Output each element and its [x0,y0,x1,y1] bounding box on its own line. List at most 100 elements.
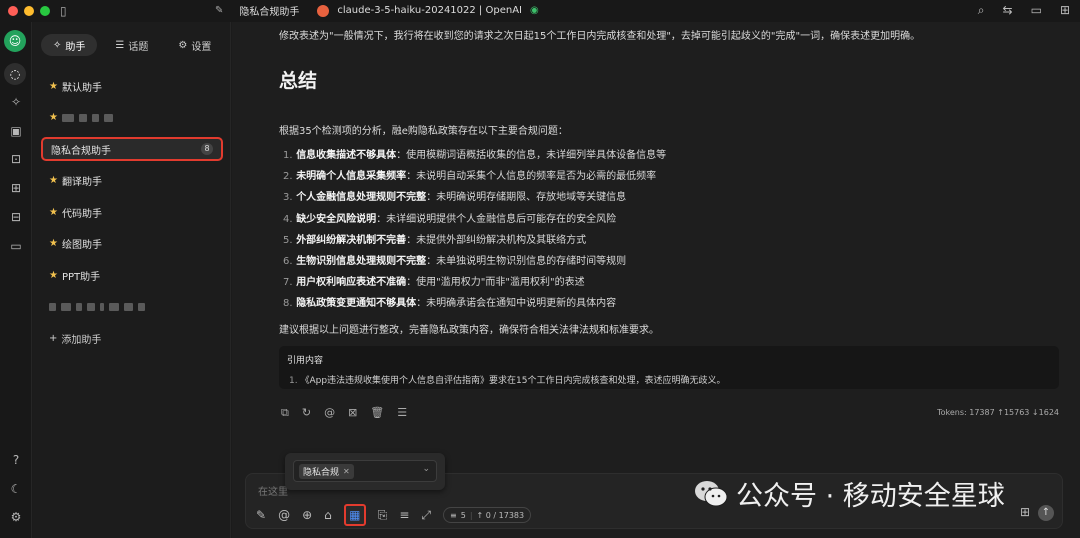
plus-icon: + [49,332,58,344]
layout-icon[interactable]: ⇆ [1003,3,1013,18]
apps-grid-icon[interactable]: ⊞ [7,179,25,197]
sidebar-item-default[interactable]: ★ 默认助手 [41,74,223,98]
star-icon: ★ [49,175,58,186]
tab-label: 话题 [128,41,149,53]
issue-title: 用户权利响应表述不准确 [296,277,407,289]
edit-icon[interactable]: ✎ [215,5,223,16]
sidebar-item-redacted[interactable] [41,295,223,319]
sidebar-item-redacted[interactable]: ★ [41,106,223,130]
input-toolbar: ✎ @ ⊕ ⌂ ▦ ⎘ ≡ ⤢ ≡ 5 | ↑ 0 / 17383 [256,504,532,526]
close-window-button[interactable] [8,6,18,16]
chat-input[interactable]: 在这里 [258,483,288,498]
maximize-window-button[interactable] [40,6,50,16]
add-assistant-label: 添加助手 [61,334,102,346]
star-icon: ★ [49,80,58,92]
list-item: 8. 隐私政策变更通知不够具体：未明确承诺会在通知中说明更新的具体内容 [283,294,666,315]
translate-icon[interactable]: ⊡ [7,150,25,168]
message-actions: ⧉ ↻ @ ⊠ 🗑 ☰ [281,406,407,420]
issue-list: 1. 信息收集描述不够具体：使用模糊词语概括收集的信息，未详细列举具体设备信息等… [283,146,666,316]
issue-text: ：未详细说明提供个人金融信息后可能存在的安全风险 [376,213,617,225]
list-item: 3. 个人金融信息处理规则不完整：未明确说明存储期限、存放地域等关键信息 [283,188,666,209]
context-counter[interactable]: ≡ 5 | ↑ 0 / 17383 [443,507,532,523]
issue-text: ：未明确承诺会在通知中说明更新的具体内容 [416,298,617,310]
model-selector[interactable]: claude-3-5-haiku-20241022 | OpenAI [337,5,522,16]
issue-text: ：未提供外部纠纷解决机构及其联络方式 [406,234,587,246]
tab-label: 助手 [65,41,86,53]
panel-icon[interactable]: ▭ [1031,3,1042,18]
image-icon[interactable]: ▣ [7,122,25,140]
add-assistant-button[interactable]: + 添加助手 [41,326,223,350]
export-image-icon[interactable]: ⊠ [348,406,357,420]
sparkle-icon[interactable]: ✧ [7,93,25,111]
expand-icon[interactable]: ⤢ [421,508,431,523]
clear-context-icon[interactable]: ≡ [399,508,409,522]
icon-rail: ☺ ◌ ✧ ▣ ⊡ ⊞ ⊟ ▭ ? ☾ ⚙ [0,22,32,538]
knowledge-base-icon[interactable]: ▦ [343,504,366,526]
token-usage: Tokens: 17387 ↑15763 ↓1624 [937,408,1059,417]
sidebar-item-label: 绘图助手 [61,240,102,251]
issue-text: ：未单独说明生物识别信息的存储时间等规则 [426,255,627,267]
issue-title: 隐私政策变更通知不够具体 [296,298,417,310]
issue-title: 生物识别信息处理规则不完整 [296,255,427,267]
knowledge-base-popup: 隐私合规 ✕ ⌄ [285,453,445,490]
sidebar-item-translate[interactable]: ★ 翻译助手 [41,169,223,193]
delete-icon[interactable]: 🗑 [370,406,384,420]
mention-icon[interactable]: @ [324,406,335,420]
title-bar: ▯ ✎ 隐私合规助手 claude-3-5-haiku-20241022 | O… [0,0,1080,22]
knowledge-icon[interactable]: ⊟ [7,208,25,226]
citation-number: 1. [289,376,298,386]
new-topic-icon[interactable]: ✎ [256,508,266,522]
settings-gear-icon[interactable]: ⚙ [7,508,25,526]
folder-icon[interactable]: ▭ [7,237,25,255]
send-button[interactable]: ↑ [1038,505,1054,521]
assistant-icon[interactable]: ⌂ [324,508,332,522]
tab-settings[interactable]: ⚙ 设置 [166,34,223,56]
list-number: 4. [283,213,293,225]
list-item: 2. 未明确个人信息采集频率：未说明自动采集个人信息的频率是否为必需的最低频率 [283,167,666,188]
moon-icon[interactable]: ☾ [7,480,25,498]
list-item: 5. 外部纠纷解决机制不完善：未提供外部纠纷解决机构及其联络方式 [283,231,666,252]
sidebar-item-privacy-compliance[interactable]: 隐私合规助手 8 [41,137,223,161]
apps-icon[interactable]: ⊞ [1060,3,1070,18]
more-menu-icon[interactable]: ☰ [397,406,407,420]
eye-icon[interactable]: ◉ [530,5,539,16]
citation-text: 《App违法违规收集使用个人信息自评估指南》要求在15个工作日内完成核查和处理，… [300,376,726,386]
list-number: 8. [283,298,293,310]
sidebar-item-drawing[interactable]: ★ 绘图助手 [41,232,223,256]
minimize-window-button[interactable] [24,6,34,16]
help-icon[interactable]: ? [7,451,25,469]
star-icon: ★ [49,269,58,281]
citation-title: 引用内容 [287,356,324,366]
summary-heading: 总结 [279,70,318,92]
list-item: 4. 缺少安全风险说明：未详细说明提供个人金融信息后可能存在的安全风险 [283,210,666,231]
assistant-list: ★ 默认助手 ★ 隐私合规助手 8 ★ 翻译助手 ★ 代码助手 ★ 绘图助手 ★… [41,74,223,358]
title-center: ✎ 隐私合规助手 claude-3-5-haiku-20241022 | Ope… [215,3,539,18]
attachment-icon[interactable]: ⎘ [378,508,388,523]
chat-icon[interactable]: ◌ [4,63,26,85]
tab-assistants[interactable]: ✧ 助手 [41,34,98,56]
tag-label: 隐私合规 [303,468,340,478]
copy-icon[interactable]: ⧉ [281,406,289,420]
search-icon[interactable]: ⌕ [978,3,985,18]
watermark-text: 公众号 · 移动安全星球 [736,481,1005,512]
sidebar-toggle-icon[interactable]: ▯ [60,4,67,18]
avatar[interactable]: ☺ [4,30,26,52]
chevron-down-icon[interactable]: ⌄ [422,464,430,474]
close-icon[interactable]: ✕ [343,467,350,476]
tab-topics[interactable]: ☰ 话题 [103,34,160,56]
watermark: 公众号 · 移动安全星球 [694,474,1005,513]
citation-item[interactable]: 1. 《App违法违规收集使用个人信息自评估指南》要求在15个工作日内完成核查和… [289,373,1051,386]
issue-text: ：使用模糊词语概括收集的信息，未详细列举具体设备信息等 [396,150,667,161]
list-number: 2. [283,171,293,183]
list-number: 3. [283,192,293,204]
issue-text: ：未说明自动采集个人信息的频率是否为必需的最低频率 [406,171,657,183]
regenerate-icon[interactable]: ↻ [302,406,311,420]
image-upload-icon[interactable]: ⊞ [1020,505,1030,519]
issue-title: 外部纠纷解决机制不完善 [296,234,407,246]
mention-model-icon[interactable]: @ [278,508,290,522]
context-count: 5 [460,510,466,520]
sidebar-item-code[interactable]: ★ 代码助手 [41,200,223,224]
web-search-icon[interactable]: ⊕ [302,508,312,522]
knowledge-base-select[interactable]: 隐私合规 ✕ ⌄ [293,460,437,482]
sidebar-item-ppt[interactable]: ★ PPT助手 [41,263,223,287]
